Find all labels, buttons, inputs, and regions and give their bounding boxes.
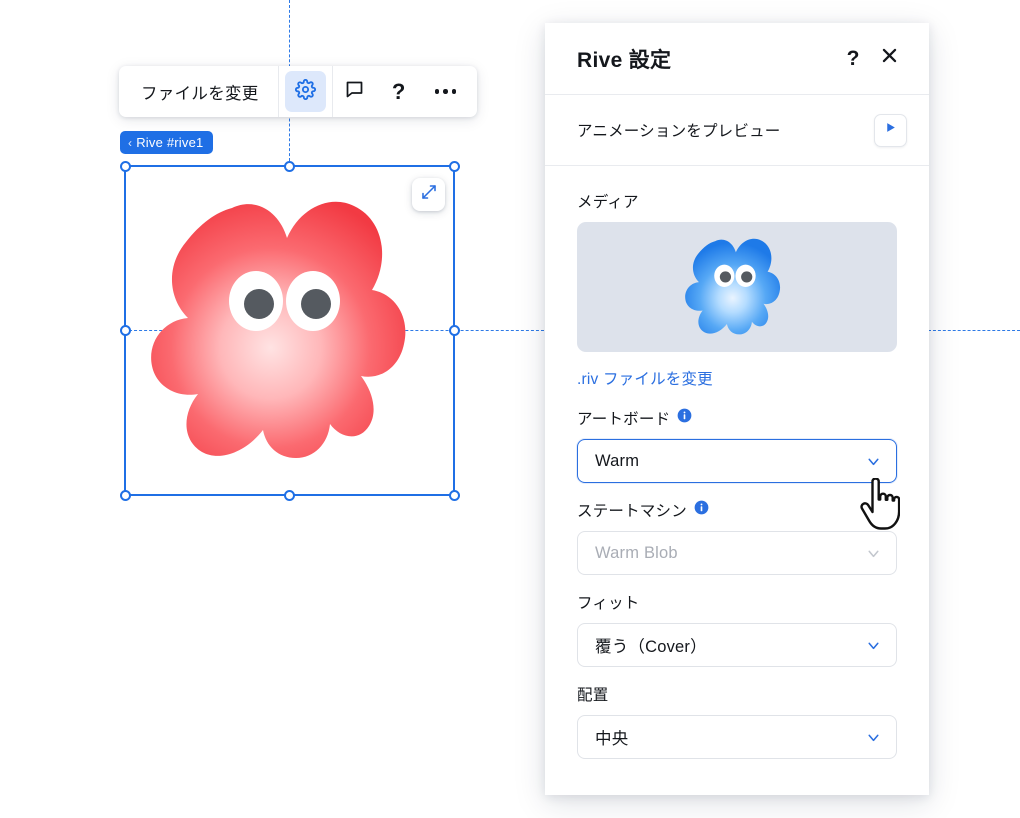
change-file-button[interactable]: ファイルを変更 bbox=[119, 66, 279, 117]
alignment-label-row: 配置 bbox=[577, 683, 897, 705]
state-machine-select: Warm Blob bbox=[577, 531, 897, 575]
play-icon bbox=[884, 121, 897, 139]
chevron-down-icon bbox=[865, 729, 882, 746]
change-riv-file-link[interactable]: .riv ファイルを変更 bbox=[577, 367, 713, 389]
resize-handle-middle-right[interactable] bbox=[449, 325, 460, 336]
media-label-row: メディア bbox=[577, 190, 897, 212]
resize-handle-middle-left[interactable] bbox=[120, 325, 131, 336]
fit-select[interactable]: 覆う（Cover） bbox=[577, 623, 897, 667]
panel-body: メディア bbox=[545, 166, 929, 759]
panel-header: Rive 設定 ? bbox=[545, 23, 929, 95]
expand-diagonal-icon bbox=[420, 183, 438, 206]
resize-handle-bottom-left[interactable] bbox=[120, 490, 131, 501]
element-toolbar: ファイルを変更 ? bbox=[119, 66, 477, 117]
field-artboard: アートボード Warm bbox=[577, 407, 897, 483]
field-fit: フィット 覆う（Cover） bbox=[577, 591, 897, 667]
info-icon[interactable] bbox=[694, 500, 709, 520]
play-button[interactable] bbox=[874, 114, 907, 147]
chevron-down-icon bbox=[865, 453, 882, 470]
field-alignment: 配置 中央 bbox=[577, 683, 897, 759]
resize-handle-top-left[interactable] bbox=[120, 161, 131, 172]
preview-animation-label: アニメーションをプレビュー bbox=[577, 119, 874, 141]
state-machine-label: ステートマシン bbox=[577, 499, 687, 521]
selection-badge-label: Rive #rive1 bbox=[136, 135, 203, 150]
help-icon: ? bbox=[392, 81, 405, 103]
artboard-label: アートボード bbox=[577, 407, 670, 429]
artboard-select[interactable]: Warm bbox=[577, 439, 897, 483]
media-label: メディア bbox=[577, 190, 639, 212]
alignment-select-value: 中央 bbox=[595, 725, 865, 749]
help-button[interactable]: ? bbox=[377, 66, 421, 117]
resize-handle-top-right[interactable] bbox=[449, 161, 460, 172]
resize-handle-bottom-right[interactable] bbox=[449, 490, 460, 501]
close-icon bbox=[880, 46, 899, 71]
blue-blob-thumbnail-icon bbox=[681, 231, 793, 343]
gear-button[interactable] bbox=[285, 71, 326, 112]
artboard-label-row: アートボード bbox=[577, 407, 897, 429]
panel-help-button[interactable]: ? bbox=[835, 41, 871, 77]
expand-button[interactable] bbox=[412, 178, 445, 211]
media-thumbnail[interactable] bbox=[577, 222, 897, 352]
fit-label: フィット bbox=[577, 591, 640, 613]
rive-canvas bbox=[126, 167, 453, 494]
settings-button-wrap bbox=[279, 66, 333, 117]
state-machine-select-value: Warm Blob bbox=[595, 544, 865, 563]
resize-handle-bottom-center[interactable] bbox=[284, 490, 295, 501]
fit-select-value: 覆う（Cover） bbox=[595, 633, 865, 657]
change-file-label: ファイルを変更 bbox=[141, 80, 259, 104]
preview-animation-row: アニメーションをプレビュー bbox=[545, 95, 929, 166]
resize-handle-top-center[interactable] bbox=[284, 161, 295, 172]
artboard-select-value: Warm bbox=[595, 452, 865, 471]
field-state-machine: ステートマシン Warm Blob bbox=[577, 499, 897, 575]
chevron-left-icon: ‹ bbox=[128, 136, 132, 150]
alignment-label: 配置 bbox=[577, 683, 608, 705]
question-mark-icon: ? bbox=[847, 47, 860, 71]
alignment-guide-horizontal-right bbox=[928, 330, 1020, 331]
alignment-select[interactable]: 中央 bbox=[577, 715, 897, 759]
more-horizontal-icon bbox=[435, 89, 457, 94]
gear-icon bbox=[295, 79, 316, 105]
chevron-down-icon bbox=[865, 637, 882, 654]
chevron-down-icon bbox=[865, 545, 882, 562]
panel-title: Rive 設定 bbox=[577, 44, 835, 74]
state-machine-label-row: ステートマシン bbox=[577, 499, 897, 521]
more-options-button[interactable] bbox=[421, 66, 477, 117]
info-icon[interactable] bbox=[677, 408, 692, 428]
red-blob-graphic bbox=[140, 186, 440, 476]
fit-label-row: フィット bbox=[577, 591, 897, 613]
comment-button[interactable] bbox=[333, 66, 377, 117]
selection-badge[interactable]: ‹ Rive #rive1 bbox=[120, 131, 213, 154]
comment-icon bbox=[344, 79, 365, 105]
rive-settings-panel: Rive 設定 ? アニメーションをプレビュー メディア bbox=[545, 23, 929, 795]
panel-close-button[interactable] bbox=[871, 41, 907, 77]
selection-frame[interactable] bbox=[124, 165, 455, 496]
